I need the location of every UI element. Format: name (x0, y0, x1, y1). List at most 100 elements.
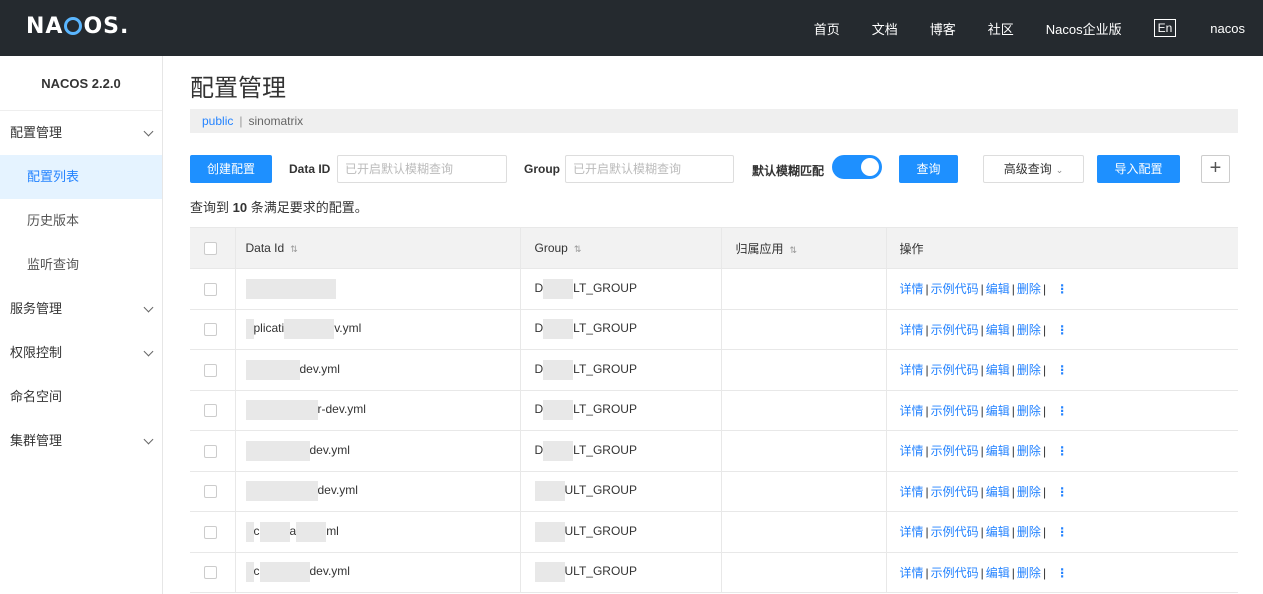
nav-docs[interactable]: 文档 (872, 19, 898, 38)
row-checkbox[interactable] (204, 363, 217, 377)
nacos-logo[interactable]: NA OS. (26, 14, 129, 39)
more-icon[interactable]: ⋮ (1056, 485, 1068, 499)
row-checkbox[interactable] (204, 323, 217, 337)
op-link-2[interactable]: 编辑 (986, 444, 1010, 458)
column-header-app[interactable]: 归属应用 ⇅ (720, 227, 886, 269)
op-link-0[interactable]: 详情 (900, 404, 924, 418)
group-text: LT_GROUP (573, 402, 637, 417)
op-link-0[interactable]: 详情 (900, 566, 924, 580)
nav-enterprise[interactable]: Nacos企业版 (1046, 19, 1122, 38)
nav-blog[interactable]: 博客 (930, 19, 956, 38)
row-select-cell (190, 471, 235, 512)
op-link-0[interactable]: 详情 (900, 363, 924, 377)
op-separator: | (925, 525, 929, 540)
import-config-button[interactable]: 导入配置 (1097, 155, 1180, 183)
sort-icon[interactable]: ⇅ (290, 244, 298, 254)
nav-community[interactable]: 社区 (988, 19, 1014, 38)
namespace-link[interactable]: public (202, 114, 233, 128)
query-button[interactable]: 查询 (899, 155, 958, 183)
sidebar-item-history[interactable]: 历史版本 (0, 199, 162, 243)
more-icon[interactable]: ⋮ (1056, 444, 1068, 458)
more-icon[interactable]: ⋮ (1056, 525, 1068, 539)
sidebar-item-cluster[interactable]: 集群管理 (0, 419, 162, 463)
op-link-3[interactable]: 删除 (1017, 323, 1041, 337)
row-checkbox[interactable] (204, 525, 217, 539)
advanced-query-button[interactable]: 高级查询 ⌄ (983, 155, 1084, 183)
op-link-3[interactable]: 删除 (1017, 485, 1041, 499)
dataid-text: dev.yml (309, 564, 350, 579)
op-link-0[interactable]: 详情 (900, 444, 924, 458)
sidebar-item-permission[interactable]: 权限控制 (0, 331, 162, 375)
group-text: D (534, 402, 544, 417)
row-checkbox[interactable] (204, 404, 217, 418)
chevron-down-icon (143, 346, 154, 357)
op-link-3[interactable]: 删除 (1017, 282, 1041, 296)
table-row: c a ml ULT_GROUP 详情 | 示例代码 | 编辑 | 删除 | ⋮ (190, 511, 1238, 553)
plus-icon[interactable]: + (1201, 155, 1230, 183)
dataid-input[interactable]: 已开启默认模糊查询 (337, 155, 507, 183)
op-link-2[interactable]: 编辑 (986, 404, 1010, 418)
top-navbar: NA OS. 首页 文档 博客 社区 Nacos企业版 En nacos (0, 0, 1263, 56)
op-link-2[interactable]: 编辑 (986, 282, 1010, 296)
group-input[interactable]: 已开启默认模糊查询 (565, 155, 734, 183)
op-link-3[interactable]: 删除 (1017, 525, 1041, 539)
more-icon[interactable]: ⋮ (1056, 282, 1068, 296)
group-text: LT_GROUP (573, 321, 637, 336)
redacted-area (257, 400, 318, 421)
column-header-dataid[interactable]: Data Id ⇅ (234, 227, 520, 269)
op-separator: | (1011, 282, 1015, 297)
op-link-0[interactable]: 详情 (900, 525, 924, 539)
more-icon[interactable]: ⋮ (1056, 404, 1068, 418)
create-config-button[interactable]: 创建配置 (190, 155, 272, 183)
row-checkbox[interactable] (204, 485, 217, 499)
op-link-1[interactable]: 示例代码 (931, 282, 979, 296)
row-checkbox[interactable] (204, 444, 217, 458)
sidebar-item-listener-query[interactable]: 监听查询 (0, 243, 162, 287)
op-link-2[interactable]: 编辑 (986, 323, 1010, 337)
redacted-area (534, 562, 565, 583)
group-cell: ULT_GROUP (519, 471, 721, 512)
op-link-1[interactable]: 示例代码 (931, 363, 979, 377)
sidebar-item-config-management[interactable]: 配置管理 (0, 111, 162, 155)
op-link-1[interactable]: 示例代码 (931, 404, 979, 418)
op-link-0[interactable]: 详情 (900, 485, 924, 499)
row-checkbox[interactable] (204, 566, 217, 580)
op-link-2[interactable]: 编辑 (986, 363, 1010, 377)
op-link-2[interactable]: 编辑 (986, 525, 1010, 539)
op-link-1[interactable]: 示例代码 (931, 566, 979, 580)
sort-icon[interactable]: ⇅ (574, 244, 582, 254)
op-link-2[interactable]: 编辑 (986, 485, 1010, 499)
column-header-group[interactable]: Group ⇅ (519, 227, 721, 269)
op-link-1[interactable]: 示例代码 (931, 444, 979, 458)
sidebar-item-service-management[interactable]: 服务管理 (0, 287, 162, 331)
sidebar-item-config-list[interactable]: 配置列表 (0, 155, 162, 199)
more-icon[interactable]: ⋮ (1056, 363, 1068, 377)
fuzzy-match-toggle[interactable] (832, 155, 882, 179)
op-link-1[interactable]: 示例代码 (931, 525, 979, 539)
op-link-0[interactable]: 详情 (900, 282, 924, 296)
more-icon[interactable]: ⋮ (1056, 566, 1068, 580)
op-link-2[interactable]: 编辑 (986, 566, 1010, 580)
op-link-3[interactable]: 删除 (1017, 363, 1041, 377)
summary-prefix: 查询到 (190, 200, 233, 215)
group-label: Group (524, 162, 560, 176)
op-link-3[interactable]: 删除 (1017, 566, 1041, 580)
op-link-1[interactable]: 示例代码 (931, 323, 979, 337)
nav-home[interactable]: 首页 (814, 19, 840, 38)
ops-cell: 详情 | 示例代码 | 编辑 | 删除 | ⋮ (885, 349, 1238, 391)
sort-icon[interactable]: ⇅ (790, 245, 798, 255)
user-menu[interactable]: nacos (1210, 21, 1245, 36)
op-link-1[interactable]: 示例代码 (931, 485, 979, 499)
op-link-0[interactable]: 详情 (900, 323, 924, 337)
op-link-3[interactable]: 删除 (1017, 404, 1041, 418)
row-checkbox[interactable] (204, 282, 217, 296)
select-all-checkbox[interactable] (204, 242, 217, 256)
op-link-3[interactable]: 删除 (1017, 444, 1041, 458)
op-separator: | (1011, 363, 1015, 378)
fuzzy-match-label: 默认模糊匹配 (752, 164, 825, 178)
sidebar-item-namespace[interactable]: 命名空间 (0, 375, 162, 419)
language-switch[interactable]: En (1153, 19, 1177, 37)
more-icon[interactable]: ⋮ (1056, 323, 1068, 337)
group-text: LT_GROUP (573, 442, 637, 457)
op-separator: | (1011, 403, 1015, 418)
